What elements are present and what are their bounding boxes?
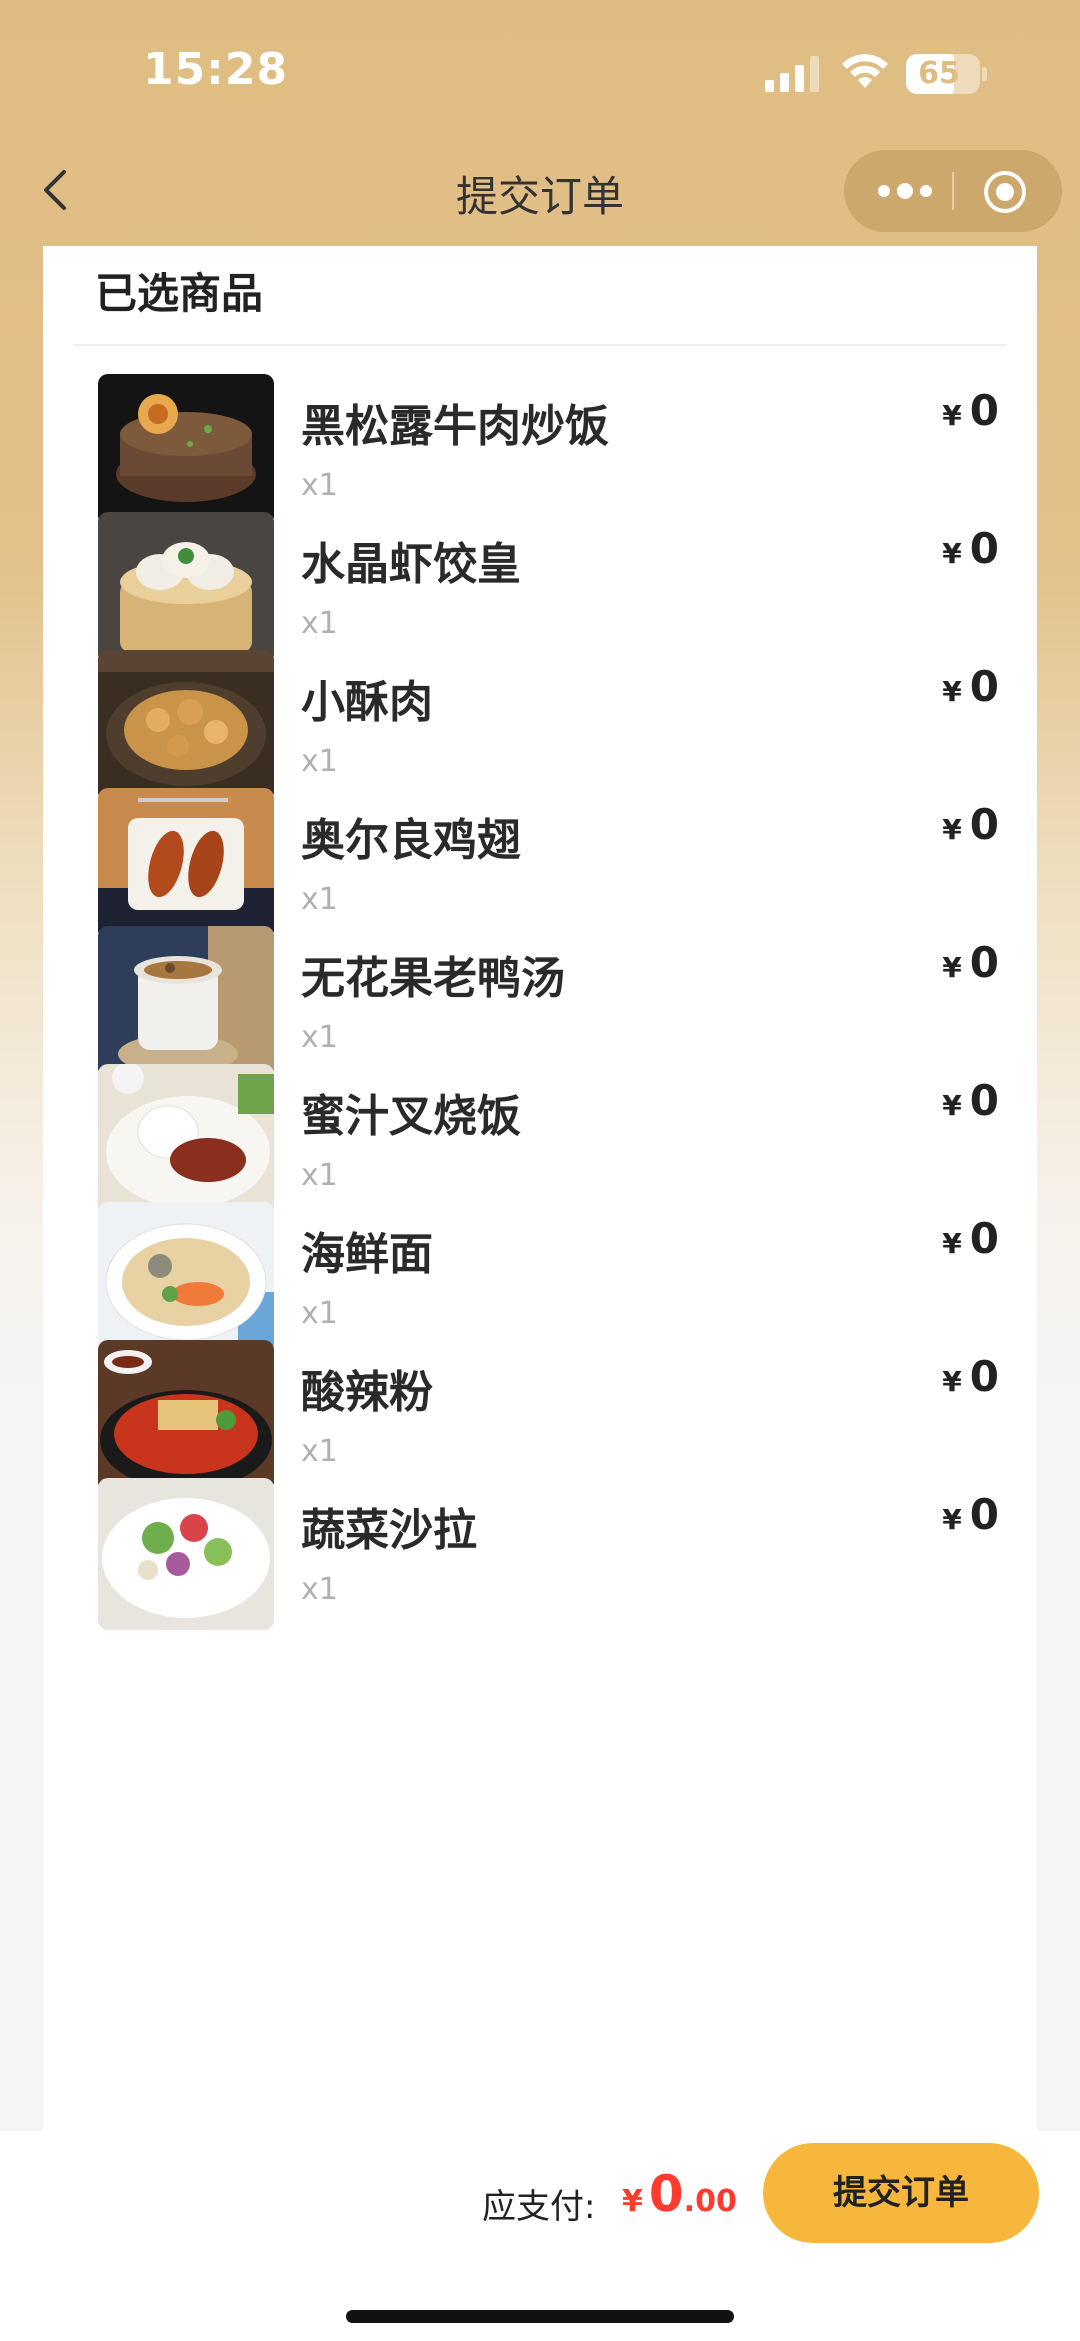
mini-program-capsule	[844, 150, 1062, 232]
item-price: ¥0	[942, 1214, 999, 1263]
order-item: 蔬菜沙拉 x1 ¥0	[43, 1478, 1037, 1638]
food-image	[98, 1340, 274, 1492]
item-name: 蜜汁叉烧饭	[301, 1091, 521, 1142]
item-quantity: x1	[301, 1572, 338, 1607]
item-price: ¥0	[942, 1490, 999, 1539]
item-quantity: x1	[301, 1296, 338, 1331]
order-card: 已选商品 黑松露牛肉炒饭 x1 ¥0 水晶虾饺皇 x1 ¥0 小酥肉 x1 ¥ …	[43, 246, 1037, 2136]
food-image	[98, 926, 274, 1078]
order-item: 黑松露牛肉炒饭 x1 ¥0	[43, 374, 1037, 534]
order-item: 奥尔良鸡翅 x1 ¥0	[43, 788, 1037, 948]
item-name: 蔬菜沙拉	[301, 1505, 477, 1556]
close-circle-icon[interactable]	[982, 169, 1028, 215]
food-image	[98, 1202, 274, 1354]
item-price: ¥0	[942, 1352, 999, 1401]
item-quantity: x1	[301, 882, 338, 917]
more-icon[interactable]	[870, 171, 940, 211]
capsule-divider	[952, 172, 954, 210]
selected-items-title: 已选商品	[95, 269, 264, 318]
item-quantity: x1	[301, 1158, 338, 1193]
food-image	[98, 1064, 274, 1216]
order-item: 酸辣粉 x1 ¥0	[43, 1340, 1037, 1500]
item-name: 无花果老鸭汤	[301, 953, 565, 1004]
item-name: 奥尔良鸡翅	[301, 815, 521, 866]
item-price: ¥0	[942, 386, 999, 435]
item-price: ¥0	[942, 800, 999, 849]
food-image	[98, 374, 274, 526]
item-name: 小酥肉	[301, 677, 433, 728]
signal-icon	[765, 56, 819, 92]
food-image	[98, 650, 274, 802]
food-image	[98, 512, 274, 664]
item-quantity: x1	[301, 606, 338, 641]
item-price: ¥0	[942, 524, 999, 573]
amount-due-label: 应支付:	[482, 2187, 596, 2227]
item-price: ¥0	[942, 938, 999, 987]
home-indicator	[346, 2310, 734, 2323]
submit-order-button[interactable]: 提交订单	[763, 2143, 1039, 2243]
item-name: 海鲜面	[301, 1229, 433, 1280]
status-time: 15:28	[143, 44, 289, 95]
order-item: 蜜汁叉烧饭 x1 ¥0	[43, 1064, 1037, 1224]
divider	[73, 344, 1007, 346]
item-name: 黑松露牛肉炒饭	[301, 401, 609, 452]
item-price: ¥0	[942, 662, 999, 711]
item-price: ¥0	[942, 1076, 999, 1125]
item-quantity: x1	[301, 1020, 338, 1055]
food-image	[98, 788, 274, 940]
wifi-icon	[842, 54, 888, 88]
status-bar: 15:28 65	[0, 0, 1080, 140]
battery-level: 65	[918, 56, 960, 91]
item-name: 酸辣粉	[301, 1367, 433, 1418]
order-item: 海鲜面 x1 ¥0	[43, 1202, 1037, 1362]
order-item: 小酥肉 x1 ¥0	[43, 650, 1037, 810]
item-quantity: x1	[301, 1434, 338, 1469]
checkout-bar: 应支付: ¥0.00 提交订单	[0, 2131, 1080, 2341]
battery-indicator: 65	[906, 54, 987, 94]
item-name: 水晶虾饺皇	[301, 539, 521, 590]
amount-due-value: ¥0.00	[622, 2165, 737, 2223]
order-item: 无花果老鸭汤 x1 ¥0	[43, 926, 1037, 1086]
item-quantity: x1	[301, 744, 338, 779]
item-quantity: x1	[301, 468, 338, 503]
order-item: 水晶虾饺皇 x1 ¥0	[43, 512, 1037, 672]
food-image	[98, 1478, 274, 1630]
